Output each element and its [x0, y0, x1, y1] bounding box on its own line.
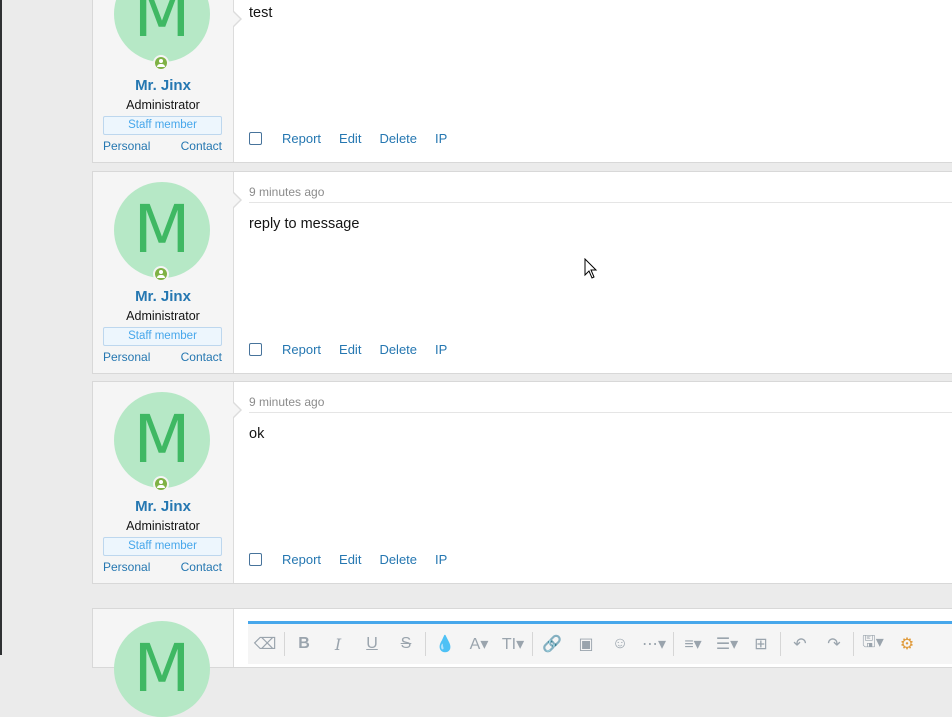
redo-icon[interactable]: ↷ — [817, 634, 851, 654]
delete-link[interactable]: Delete — [379, 342, 417, 357]
personal-link[interactable]: Personal — [103, 139, 150, 153]
toolbar-separator — [853, 632, 854, 656]
avatar[interactable]: M — [114, 0, 210, 62]
divider — [249, 202, 952, 203]
align-icon[interactable]: ≡▾ — [676, 634, 710, 654]
undo-icon[interactable]: ↶ — [783, 634, 817, 654]
contact-link[interactable]: Contact — [181, 139, 222, 153]
more-icon[interactable]: ⋯▾ — [637, 634, 671, 654]
toolbar-separator — [780, 632, 781, 656]
post-timestamp[interactable]: 9 minutes ago — [249, 395, 324, 409]
bold-icon[interactable]: B — [287, 635, 321, 653]
edit-link[interactable]: Edit — [339, 342, 361, 357]
drafts-icon[interactable]: 🖫▾ — [856, 631, 890, 658]
reply-user-cell: M — [93, 609, 234, 717]
staff-badge: Staff member — [103, 116, 222, 135]
message-actions: Report Edit Delete IP — [249, 131, 465, 146]
ip-link[interactable]: IP — [435, 131, 447, 146]
message-actions: Report Edit Delete IP — [249, 342, 465, 357]
avatar: M — [114, 621, 210, 717]
message-body: ok — [249, 426, 265, 442]
image-icon[interactable]: ▣ — [569, 634, 603, 654]
toolbar-separator — [425, 632, 426, 656]
contact-link[interactable]: Contact — [181, 350, 222, 364]
ip-link[interactable]: IP — [435, 342, 447, 357]
edit-link[interactable]: Edit — [339, 552, 361, 567]
username[interactable]: Mr. Jinx — [93, 288, 233, 305]
online-indicator-icon — [153, 55, 169, 71]
select-checkbox[interactable] — [249, 553, 262, 566]
staff-badge: Staff member — [103, 537, 222, 556]
eraser-icon[interactable]: ⌫ — [248, 634, 282, 654]
window-edge — [0, 0, 2, 655]
select-checkbox[interactable] — [249, 343, 262, 356]
divider — [249, 412, 952, 413]
message-main: test Report Edit Delete IP — [234, 0, 952, 162]
user-title: Administrator — [126, 519, 200, 533]
underline-icon[interactable]: U — [355, 635, 389, 653]
settings-icon[interactable]: ⚙ — [890, 634, 924, 654]
online-indicator-icon — [153, 266, 169, 282]
report-link[interactable]: Report — [282, 552, 321, 567]
message-user-cell: M Mr. Jinx Administrator Staff member Pe… — [93, 172, 242, 373]
message-main: 9 minutes ago ok Report Edit Delete IP — [234, 382, 952, 583]
font-icon[interactable]: A▾ — [462, 634, 496, 654]
list-icon[interactable]: ☰▾ — [710, 634, 744, 654]
font-size-icon[interactable]: TI▾ — [496, 634, 530, 654]
color-icon[interactable]: 💧 — [428, 634, 462, 654]
avatar[interactable]: M — [114, 182, 210, 278]
toolbar-separator — [673, 632, 674, 656]
toolbar-separator — [284, 632, 285, 656]
personal-link[interactable]: Personal — [103, 560, 150, 574]
message-user-cell: M Mr. Jinx Administrator Staff member Pe… — [93, 382, 242, 583]
link-icon[interactable]: 🔗 — [535, 634, 569, 654]
select-checkbox[interactable] — [249, 132, 262, 145]
ip-link[interactable]: IP — [435, 552, 447, 567]
toolbar-separator — [532, 632, 533, 656]
message-post: M Mr. Jinx Administrator Staff member Pe… — [92, 381, 952, 584]
mouse-cursor-icon — [584, 258, 598, 279]
italic-icon[interactable]: I — [321, 635, 355, 654]
user-title: Administrator — [126, 98, 200, 112]
message-actions: Report Edit Delete IP — [249, 552, 465, 567]
edit-link[interactable]: Edit — [339, 131, 361, 146]
delete-link[interactable]: Delete — [379, 131, 417, 146]
post-timestamp[interactable]: 9 minutes ago — [249, 185, 324, 199]
quick-reply: M ⌫ B I U S 💧 A▾ TI▾ 🔗 ▣ ☺ ⋯▾ ≡▾ ☰▾ ⊞ ↶ … — [92, 608, 952, 717]
message-post: M Mr. Jinx Administrator Staff member Pe… — [92, 0, 952, 163]
message-body: reply to message — [249, 216, 360, 232]
online-indicator-icon — [153, 476, 169, 492]
delete-link[interactable]: Delete — [379, 552, 417, 567]
report-link[interactable]: Report — [282, 131, 321, 146]
smilie-icon[interactable]: ☺ — [603, 635, 637, 653]
avatar[interactable]: M — [114, 392, 210, 488]
username[interactable]: Mr. Jinx — [93, 77, 233, 94]
user-title: Administrator — [126, 309, 200, 323]
message-user-cell: M Mr. Jinx Administrator Staff member Pe… — [93, 0, 242, 162]
report-link[interactable]: Report — [282, 342, 321, 357]
username[interactable]: Mr. Jinx — [93, 498, 233, 515]
table-icon[interactable]: ⊞ — [744, 634, 778, 654]
message-body: test — [249, 5, 273, 21]
strikethrough-icon[interactable]: S — [389, 635, 423, 653]
message-post: M Mr. Jinx Administrator Staff member Pe… — [92, 171, 952, 374]
staff-badge: Staff member — [103, 327, 222, 346]
contact-link[interactable]: Contact — [181, 560, 222, 574]
editor-toolbar: ⌫ B I U S 💧 A▾ TI▾ 🔗 ▣ ☺ ⋯▾ ≡▾ ☰▾ ⊞ ↶ ↷ … — [248, 621, 952, 664]
personal-link[interactable]: Personal — [103, 350, 150, 364]
